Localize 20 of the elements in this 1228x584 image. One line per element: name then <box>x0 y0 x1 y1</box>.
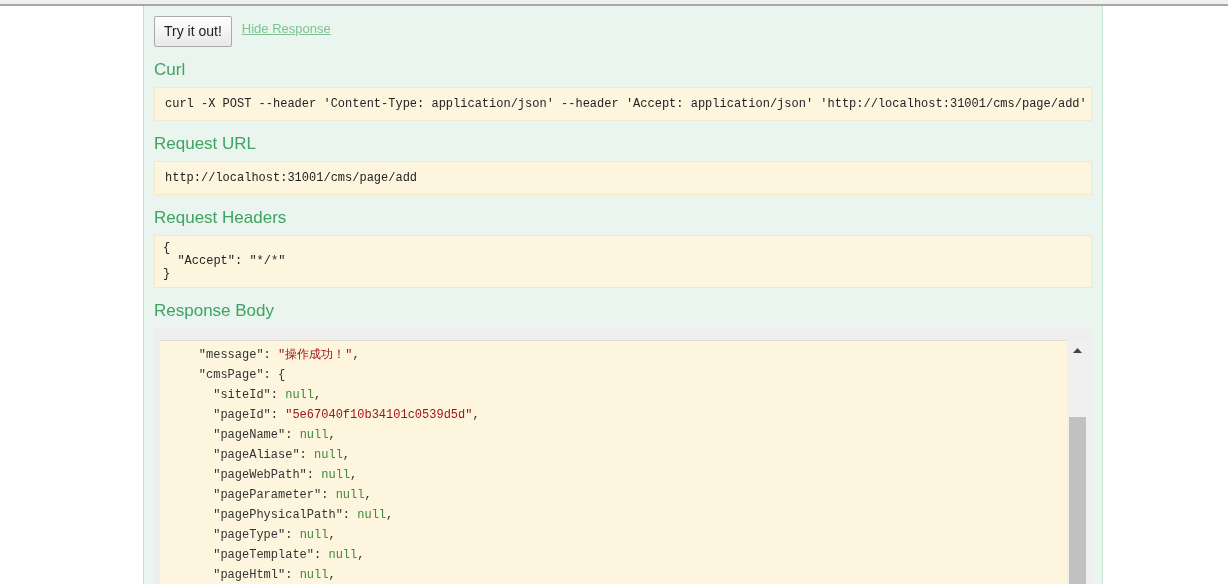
code-line: "cmsPage": { <box>197 367 287 384</box>
scroll-up-icon[interactable] <box>1073 348 1082 353</box>
section-heading: Request Headers <box>154 207 288 229</box>
code-line: "pageName": null, <box>212 427 337 444</box>
code-line: "message": "操作成功！", <box>197 347 361 364</box>
code-line: "pagePhysicalPath": null, <box>212 507 395 524</box>
scrollbar-thumb[interactable] <box>1069 417 1086 584</box>
section-heading: Request URL <box>154 133 258 155</box>
code-line: "pageType": null, <box>212 527 337 544</box>
code-line: "pageId": "5e67040f10b34101c0539d5d", <box>212 407 481 424</box>
section-heading: Curl <box>154 59 187 81</box>
code-block: { "Accept": "*/*" } <box>154 235 1092 288</box>
code-line: "pageParameter": null, <box>212 487 373 504</box>
code-line: "siteId": null, <box>212 387 323 404</box>
code-line: "pageWebPath": null, <box>212 467 359 484</box>
section-heading: Response Body <box>154 300 276 322</box>
code-line: "pageTemplate": null, <box>212 547 366 564</box>
code-line: "pageHtml": null, <box>212 567 337 584</box>
code-line: "pageAliase": null, <box>212 447 352 464</box>
try-it-out-button[interactable]: Try it out! <box>154 16 232 47</box>
